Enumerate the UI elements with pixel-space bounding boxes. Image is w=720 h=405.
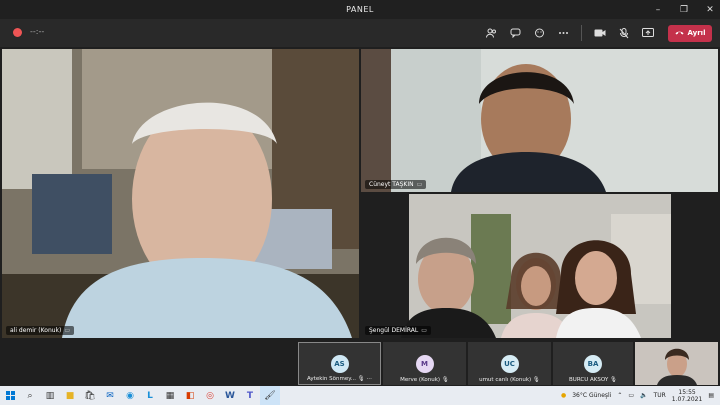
windows-start-icon[interactable] xyxy=(0,386,20,405)
participant-name-tag: Şengül DEMİRAL ▭ xyxy=(365,326,431,335)
os-taskbar: ⌕ ▥ ■ 🛍 ✉ ◉ L ▦ ◧ ◎ W T 🖌 ● 36°C Güneşli… xyxy=(0,386,720,405)
participant-video xyxy=(361,49,718,192)
system-tray: ● 36°C Güneşli ⌃ ▭ 🔈 TUR 15:55 1.07.2021… xyxy=(561,386,714,405)
store-icon[interactable]: 🛍 xyxy=(80,386,100,405)
file-explorer-icon[interactable]: ■ xyxy=(60,386,80,405)
screen-share-icon: ▭ xyxy=(64,327,71,334)
video-stage: ali demir (Konuk) ▭ Cüneyt TAŞKIN ▭ Şeng… xyxy=(0,47,720,340)
network-icon[interactable]: ▭ xyxy=(628,392,634,399)
participant-label: umut canlı (Konuk) 🎙 xyxy=(468,377,551,383)
word-icon[interactable]: W xyxy=(220,386,240,405)
avatar-initials: M xyxy=(421,359,428,368)
mic-off-icon: 🎙 xyxy=(441,377,449,383)
minimize-button[interactable]: – xyxy=(652,5,664,15)
screen-share-icon: ▭ xyxy=(421,327,427,334)
participant-label: Merve (Konuk) 🎙 xyxy=(383,377,466,383)
avatar: M xyxy=(415,354,434,373)
video-tile-sengul-demiral[interactable]: Şengül DEMİRAL ▭ xyxy=(361,194,718,338)
edge-icon[interactable]: ◉ xyxy=(120,386,140,405)
avatar-initials: BA xyxy=(587,359,599,368)
participant-name: Cüneyt TAŞKIN xyxy=(369,181,414,188)
participant-tile[interactable]: AS Aytekin Sönmey... 🎙 ⋯ xyxy=(298,342,381,385)
meeting-toolbar: --:-- Ayrıl xyxy=(0,19,720,47)
mic-off-icon: 🎙 xyxy=(532,377,540,383)
video-tile-cuneyt-taskin[interactable]: Cüneyt TAŞKIN ▭ xyxy=(361,49,718,192)
participant-name: umut canlı (Konuk) xyxy=(479,377,532,383)
share-icon[interactable] xyxy=(636,23,660,43)
office-icon[interactable]: ◧ xyxy=(180,386,200,405)
clock-time: 15:55 xyxy=(678,388,696,396)
avatar: AS xyxy=(330,354,349,373)
avatar-initials: AS xyxy=(334,359,345,368)
participant-name: BURCU AKSOY xyxy=(569,377,609,383)
more-icon[interactable] xyxy=(551,23,575,43)
participant-tile[interactable]: UC umut canlı (Konuk) 🎙 xyxy=(468,342,551,385)
weather-text[interactable]: 36°C Güneşli xyxy=(572,392,611,399)
participant-video xyxy=(2,49,359,338)
people-icon[interactable] xyxy=(479,23,503,43)
participant-name: ali demir (Konuk) xyxy=(10,327,62,334)
video-tile-ali-demir[interactable]: ali demir (Konuk) ▭ xyxy=(2,49,359,338)
chat-icon[interactable] xyxy=(503,23,527,43)
meeting-timer: --:-- xyxy=(30,27,45,36)
teams-icon[interactable]: T xyxy=(240,386,260,405)
participant-name-tag: ali demir (Konuk) ▭ xyxy=(6,326,75,335)
task-view-icon[interactable]: ▥ xyxy=(40,386,60,405)
mail-icon[interactable]: ✉ xyxy=(100,386,120,405)
participant-tile[interactable]: M Merve (Konuk) 🎙 xyxy=(383,342,466,385)
search-icon[interactable]: ⌕ xyxy=(20,386,40,405)
volume-icon[interactable]: 🔈 xyxy=(640,392,647,399)
phone-hangup-icon xyxy=(675,29,684,37)
learning-app-icon[interactable]: L xyxy=(140,386,160,405)
toolbar-divider xyxy=(581,25,582,41)
screen-share-icon: ▭ xyxy=(416,181,423,188)
chrome-icon[interactable]: ◎ xyxy=(200,386,220,405)
participant-name: Aytekin Sönmey... xyxy=(307,376,356,382)
mic-off-icon: 🎙 xyxy=(357,376,365,382)
window-title: PANEL xyxy=(346,5,374,14)
avatar: BA xyxy=(584,354,602,373)
participant-strip: AS Aytekin Sönmey... 🎙 ⋯ M Merve (Konuk)… xyxy=(0,340,720,386)
participant-label: BURCU AKSOY 🎙 xyxy=(553,377,633,383)
mic-off-icon[interactable] xyxy=(612,23,636,43)
clock-date: 1.07.2021 xyxy=(671,395,703,403)
participant-video xyxy=(401,194,671,338)
clock[interactable]: 15:55 1.07.2021 xyxy=(672,389,703,403)
self-video xyxy=(635,342,718,385)
leave-label: Ayrıl xyxy=(687,29,706,37)
weather-icon: ● xyxy=(560,392,567,399)
participant-label: Aytekin Sönmey... 🎙 ⋯ xyxy=(299,376,380,382)
paint-icon[interactable]: 🖌 xyxy=(260,386,280,405)
notification-icon[interactable]: ▤ xyxy=(708,392,714,399)
recording-indicator-icon xyxy=(13,28,22,37)
reactions-icon[interactable] xyxy=(527,23,551,43)
mic-off-icon: 🎙 xyxy=(609,377,617,383)
participant-tile[interactable]: BA BURCU AKSOY 🎙 xyxy=(553,342,633,385)
self-video-tile[interactable] xyxy=(635,342,718,385)
leave-button[interactable]: Ayrıl xyxy=(668,24,712,42)
calendar-icon[interactable]: ▦ xyxy=(160,386,180,405)
participant-name: Merve (Konuk) xyxy=(400,377,441,383)
avatar: UC xyxy=(500,354,519,373)
title-bar: PANEL – ❐ ✕ xyxy=(0,0,720,19)
more-icon[interactable]: ⋯ xyxy=(366,376,372,382)
tray-chevron-icon[interactable]: ⌃ xyxy=(617,392,622,399)
camera-icon[interactable] xyxy=(588,23,612,43)
language-indicator[interactable]: TUR xyxy=(654,392,666,399)
maximize-button[interactable]: ❐ xyxy=(678,5,690,15)
participant-name: Şengül DEMİRAL xyxy=(369,327,419,334)
participant-name-tag: Cüneyt TAŞKIN ▭ xyxy=(365,180,427,189)
avatar-initials: UC xyxy=(504,359,515,368)
close-button[interactable]: ✕ xyxy=(704,5,716,15)
